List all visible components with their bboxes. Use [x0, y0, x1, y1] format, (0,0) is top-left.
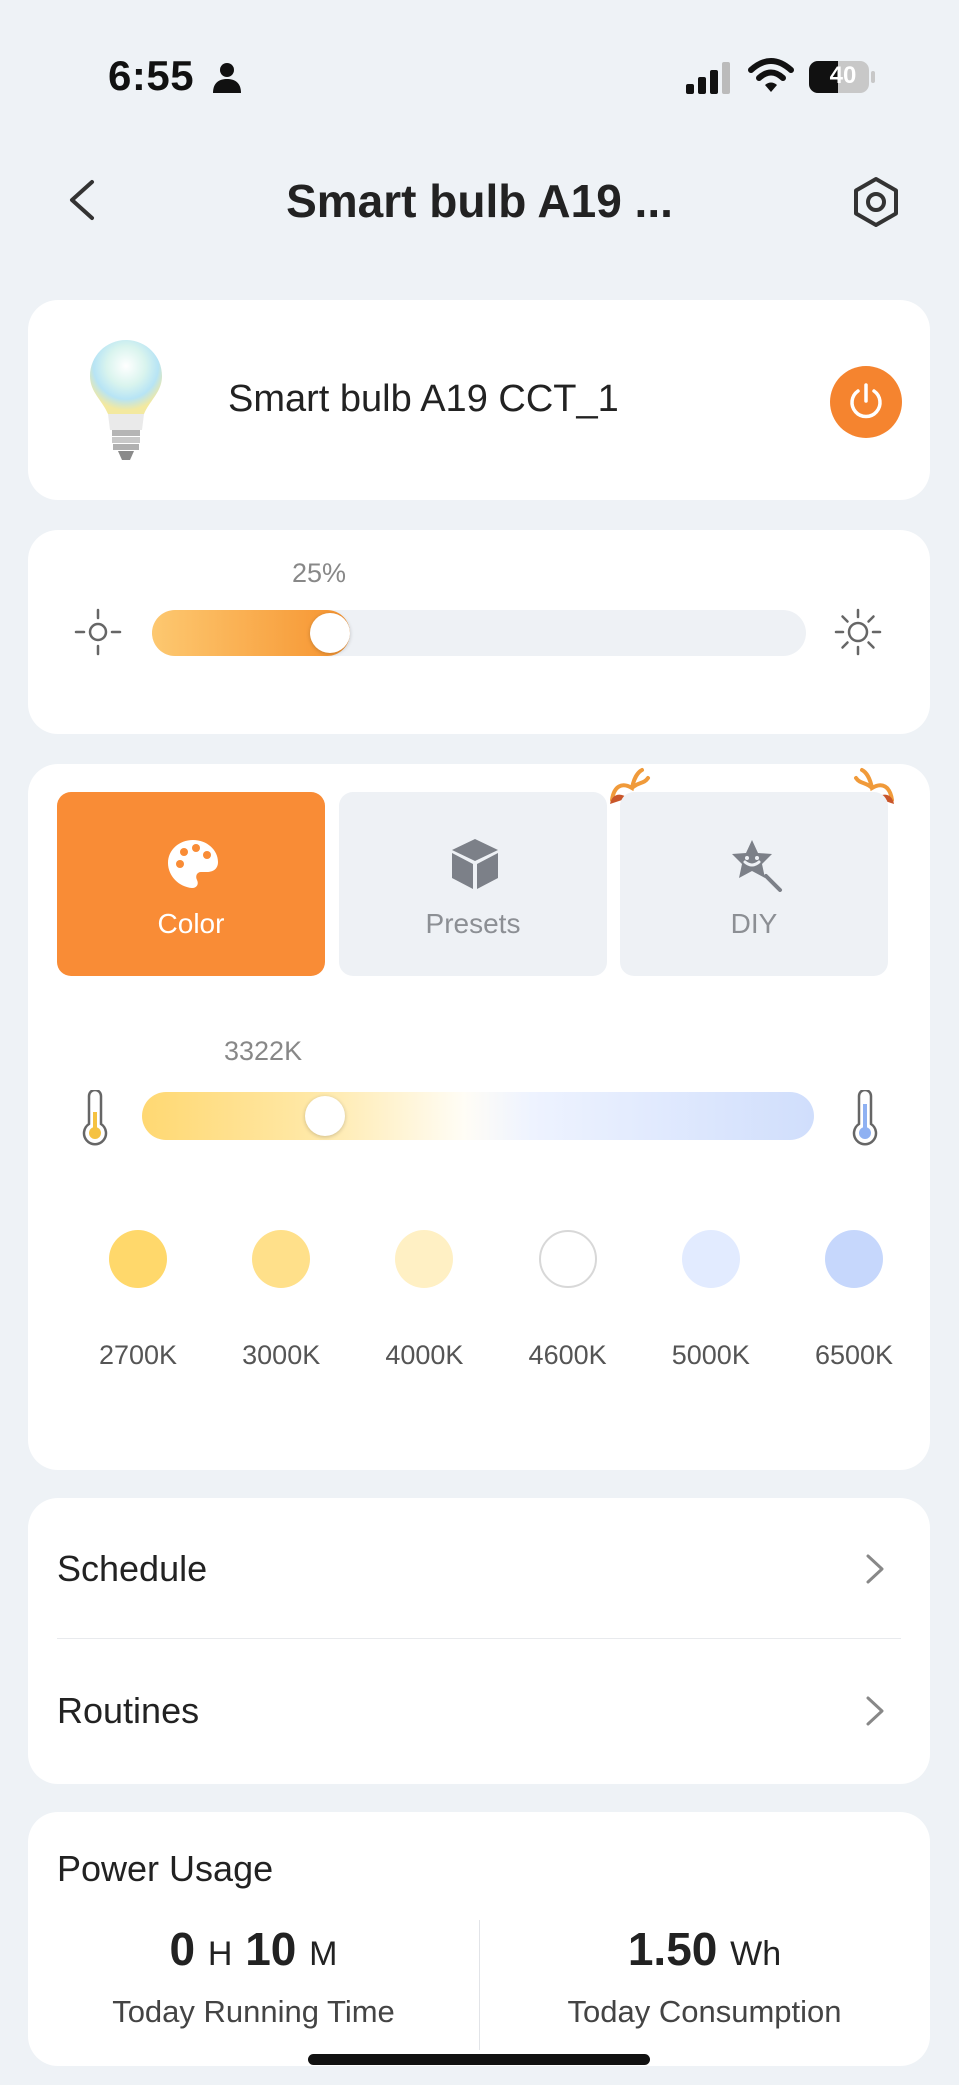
settings-hexagon-icon[interactable]: [852, 176, 900, 228]
thermometer-cool-icon: [852, 1090, 878, 1146]
minutes-unit: M: [309, 1935, 338, 1973]
preset-label: 5000K: [671, 1340, 750, 1370]
wifi-icon: [748, 58, 794, 92]
status-time: 6:55: [108, 52, 195, 99]
back-arrow-icon[interactable]: [64, 178, 100, 222]
tab-color[interactable]: Color: [57, 792, 325, 976]
preset-swatch-4600k[interactable]: [538, 1230, 597, 1288]
color-temperature-slider[interactable]: [142, 1092, 814, 1140]
tab-color-label: Color: [157, 908, 225, 939]
preset-label: 4000K: [385, 1340, 464, 1370]
running-time-stat: 0 H 10 M Today Running Time: [28, 1922, 479, 2030]
chevron-right-icon: [866, 1696, 884, 1726]
device-name: Smart bulb A19 CCT_1: [228, 378, 619, 420]
running-hours: 0: [169, 1923, 196, 1975]
schedule-label: Schedule: [57, 1548, 208, 1589]
preset-label: 4600K: [528, 1340, 607, 1370]
color-temperature-slider-thumb[interactable]: [304, 1096, 345, 1136]
cellular-signal-icon: [686, 62, 730, 94]
running-time-caption: Today Running Time: [112, 1994, 395, 2029]
preset-swatch-6500k[interactable]: [825, 1230, 883, 1288]
color-temperature-value: 3322K: [224, 1036, 303, 1066]
consumption-caption: Today Consumption: [567, 1994, 842, 2029]
power-icon: [850, 383, 882, 419]
tab-diy-label: DIY: [730, 908, 778, 939]
power-usage-card: Power Usage 0 H 10 M Today Running Time …: [28, 1812, 930, 2066]
consumption-value: 1.50 Wh: [479, 1922, 930, 1976]
consumption-stat: 1.50 Wh Today Consumption: [479, 1922, 930, 2030]
status-bar: 6:55 40: [0, 0, 959, 150]
preset-label: 3000K: [242, 1340, 321, 1370]
brightness-value: 25%: [292, 558, 347, 588]
divider: [57, 1638, 901, 1639]
routines-label: Routines: [57, 1690, 200, 1731]
schedule-row[interactable]: Schedule: [28, 1498, 930, 1639]
preset-swatch-2700k[interactable]: [109, 1230, 167, 1288]
routines-row[interactable]: Routines: [28, 1640, 930, 1780]
hours-unit: H: [207, 1935, 233, 1973]
brightness-low-icon: [74, 608, 122, 656]
preset-label: 6500K: [814, 1340, 894, 1370]
thermometer-warm-icon: [82, 1090, 108, 1146]
tab-presets-label: Presets: [425, 908, 521, 939]
preset-swatch-3000k[interactable]: [252, 1230, 311, 1288]
brightness-slider[interactable]: [152, 610, 806, 656]
brightness-high-icon: [834, 608, 882, 656]
preset-swatch-5000k[interactable]: [681, 1230, 740, 1288]
star-wand-icon: [732, 840, 782, 892]
palette-icon: [168, 840, 218, 888]
consumption-unit: Wh: [730, 1935, 782, 1973]
brightness-slider-thumb[interactable]: [309, 613, 350, 653]
page-title: Smart bulb A19 ...: [286, 175, 673, 227]
person-icon: [213, 63, 241, 93]
cube-icon: [452, 839, 498, 889]
automation-card: Schedule Routines: [28, 1498, 930, 1784]
battery-level: 40: [829, 62, 857, 89]
chevron-right-icon: [866, 1554, 884, 1584]
light-bulb-icon: [90, 340, 162, 460]
running-time-value: 0 H 10 M: [28, 1922, 479, 1976]
brightness-card: 25%: [28, 530, 930, 734]
power-button[interactable]: [830, 366, 902, 438]
tab-diy[interactable]: DIY: [620, 792, 888, 976]
consumption-amount: 1.50: [627, 1923, 718, 1975]
power-usage-title: Power Usage: [57, 1848, 274, 1889]
preset-swatch-4000k[interactable]: [395, 1230, 454, 1288]
device-card: Smart bulb A19 CCT_1: [28, 300, 930, 500]
running-minutes: 10: [245, 1923, 297, 1975]
header: Smart bulb A19 ...: [0, 160, 959, 240]
preset-label: 2700K: [98, 1340, 178, 1370]
mode-card: Color Presets DIY 3322K 2700K 3000K 4000K 4…: [28, 764, 930, 1470]
home-indicator: [308, 2054, 650, 2065]
tab-presets[interactable]: Presets: [339, 792, 607, 976]
